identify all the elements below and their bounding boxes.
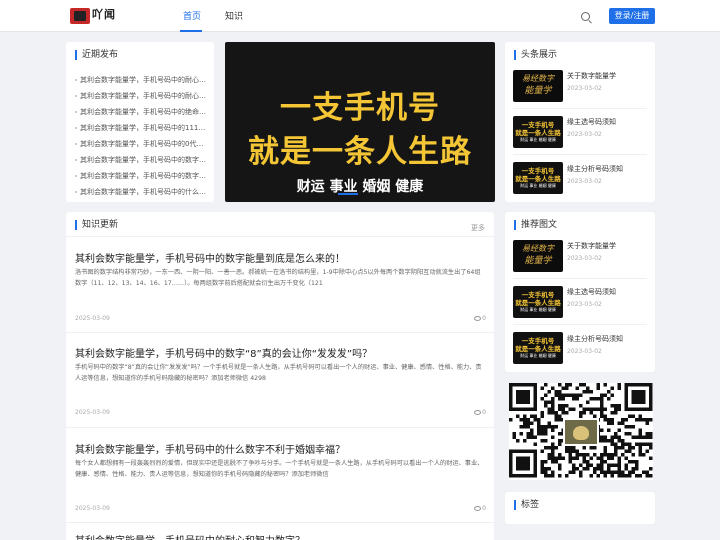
thumb-text: 就是一条人生路 bbox=[515, 345, 561, 353]
tags-panel: 标签 bbox=[505, 492, 655, 524]
banner-headline-2: 就是一条人生路 bbox=[248, 134, 472, 170]
article-views: 0 bbox=[474, 409, 486, 416]
divider bbox=[66, 236, 494, 237]
thumb-text: 易经数字 bbox=[522, 74, 554, 83]
eye-icon bbox=[474, 316, 482, 321]
headline-thumb-3[interactable]: 一支手机号 就是一条人生路 财运 事业 婚姻 健康 bbox=[513, 162, 563, 194]
thumb-text: 就是一条人生路 bbox=[515, 299, 561, 307]
recommended-item-date: 2023-03-02 bbox=[567, 348, 602, 355]
view-count: 0 bbox=[482, 315, 486, 322]
recent-posts-list: 其利会数字能量学，手机号码中的耐心… 其利会数字能量学，手机号码中的耐心… 其利… bbox=[75, 72, 207, 200]
nav-active-indicator bbox=[180, 30, 202, 32]
eye-icon bbox=[474, 410, 482, 415]
recent-post-link[interactable]: 其利会数字能量学，手机号码中的耐心… bbox=[75, 72, 207, 88]
thumb-text: 一支手机号 bbox=[521, 121, 555, 129]
headline-item-title[interactable]: 缘主选号码须知 bbox=[567, 117, 616, 127]
knowledge-updates-title: 知识更新 bbox=[75, 220, 118, 230]
article-views: 0 bbox=[474, 505, 486, 512]
divider bbox=[513, 324, 647, 325]
recent-post-link[interactable]: 其利会数字能量学，手机号码中的0代… bbox=[75, 136, 207, 152]
recommended-panel: 推荐图文 易经数字 能量学 关于数字能量学 2023-03-02 一支手机号 就… bbox=[505, 212, 655, 372]
recommended-item-title[interactable]: 缘主分析号码须知 bbox=[567, 334, 623, 344]
eye-icon bbox=[474, 506, 482, 511]
recent-posts-title: 近期发布 bbox=[75, 50, 118, 60]
article-title[interactable]: 其利会数字能量学，手机号码中的数字“8”真的会让你“发发发”吗？ bbox=[75, 345, 372, 360]
thumb-text: 一支手机号 bbox=[521, 291, 555, 299]
more-link[interactable]: 更多 bbox=[471, 223, 485, 233]
banner-headline-1: 一支手机号 bbox=[280, 90, 440, 126]
thumb-text: 财运 事业 婚姻 健康 bbox=[520, 137, 556, 142]
recommended-title: 推荐图文 bbox=[514, 220, 557, 230]
search-icon[interactable] bbox=[581, 12, 590, 21]
recommended-thumb-1[interactable]: 易经数字 能量学 bbox=[513, 240, 563, 272]
tags-title: 标签 bbox=[514, 500, 539, 510]
headline-item-date: 2023-03-02 bbox=[567, 85, 602, 92]
recent-post-link[interactable]: 其利会数字能量学，手机号码中的什么… bbox=[75, 184, 207, 200]
article-title[interactable]: 其利会数字能量学，手机号码中的数字能量到底是怎么来的！ bbox=[75, 250, 345, 265]
headline-title: 头条展示 bbox=[514, 50, 557, 60]
hero-banner[interactable]: 一支手机号 就是一条人生路 财运 事业 婚姻 健康 bbox=[225, 42, 495, 202]
article-excerpt: 手机号码中的数字“8”真的会让你“发发发”吗？一个手机号就是一条人生路，从手机号… bbox=[75, 364, 482, 382]
thumb-text: 就是一条人生路 bbox=[515, 175, 561, 183]
article-date: 2025-03-09 bbox=[75, 315, 110, 322]
thumb-text: 能量学 bbox=[524, 256, 552, 266]
thumb-text: 易经数字 bbox=[522, 244, 554, 253]
headline-thumb-2[interactable]: 一支手机号 就是一条人生路 财运 事业 婚姻 健康 bbox=[513, 116, 563, 148]
headline-panel: 头条展示 易经数字 能量学 关于数字能量学 2023-03-02 一支手机号 就… bbox=[505, 42, 655, 202]
article-date: 2025-03-09 bbox=[75, 409, 110, 416]
banner-tag-underline bbox=[338, 193, 358, 195]
thumb-text: 财运 事业 婚姻 健康 bbox=[520, 307, 556, 312]
article-date: 2025-03-09 bbox=[75, 505, 110, 512]
divider bbox=[66, 522, 494, 523]
divider bbox=[513, 108, 647, 109]
qr-center-avatar bbox=[563, 418, 599, 446]
article-excerpt: 洛书图的数字结构非常巧妙，一东一西、一阴一阳、一善一恶。郝被统一在洛书的结构里，… bbox=[75, 269, 481, 287]
thumb-text: 财运 事业 婚姻 健康 bbox=[520, 353, 556, 358]
banner-tags: 财运 事业 婚姻 健康 bbox=[296, 179, 424, 195]
headline-thumb-1[interactable]: 易经数字 能量学 bbox=[513, 70, 563, 102]
view-count: 0 bbox=[482, 409, 486, 416]
recent-post-link[interactable]: 其利会数字能量学，手机号码中的耐心… bbox=[75, 88, 207, 104]
thumb-text: 财运 事业 婚姻 健康 bbox=[520, 183, 556, 188]
headline-item-title[interactable]: 关于数字能量学 bbox=[567, 71, 616, 81]
site-logo[interactable]: 吖闻 bbox=[70, 6, 126, 26]
logo-mark bbox=[70, 8, 90, 24]
thumb-text: 一支手机号 bbox=[521, 337, 555, 345]
nav-knowledge[interactable]: 知识 bbox=[225, 9, 243, 22]
article-excerpt: 每个女人都想拥有一段轰轰烈烈的爱情，但现实中还是逃脱不了争吵与分手。一个手机号就… bbox=[75, 460, 484, 478]
recent-posts-panel: 近期发布 其利会数字能量学，手机号码中的耐心… 其利会数字能量学，手机号码中的耐… bbox=[66, 42, 214, 202]
divider bbox=[513, 154, 647, 155]
recommended-item-title[interactable]: 关于数字能量学 bbox=[567, 241, 616, 251]
nav-home[interactable]: 首页 bbox=[183, 9, 201, 22]
logo-text: 吖闻 bbox=[92, 8, 116, 21]
headline-item-date: 2023-03-02 bbox=[567, 131, 602, 138]
divider bbox=[66, 332, 494, 333]
recent-post-link[interactable]: 其利会数字能量学，手机号码中的1117… bbox=[75, 120, 207, 136]
article-title[interactable]: 其利会数字能量学，手机号码中的什么数字不利于婚姻幸福？ bbox=[75, 441, 345, 456]
login-register-button[interactable]: 登录/注册 bbox=[609, 8, 655, 24]
recent-post-link[interactable]: 其利会数字能量学，手机号码中的数字… bbox=[75, 152, 207, 168]
recommended-thumb-3[interactable]: 一支手机号 就是一条人生路 财运 事业 婚姻 健康 bbox=[513, 332, 563, 364]
recommended-item-date: 2023-03-02 bbox=[567, 255, 602, 262]
recommended-item-title[interactable]: 缘主选号码须知 bbox=[567, 287, 616, 297]
headline-item-title[interactable]: 缘主分析号码须知 bbox=[567, 164, 623, 174]
divider bbox=[513, 278, 647, 279]
thumb-text: 能量学 bbox=[524, 86, 552, 96]
recent-post-link[interactable]: 其利会数字能量学，手机号码中的数字… bbox=[75, 168, 207, 184]
recent-post-link[interactable]: 其利会数字能量学，手机号码中的绝命… bbox=[75, 104, 207, 120]
divider bbox=[66, 427, 494, 428]
thumb-text: 一支手机号 bbox=[521, 167, 555, 175]
article-views: 0 bbox=[474, 315, 486, 322]
top-header: 吖闻 首页 知识 登录/注册 bbox=[0, 0, 720, 32]
headline-item-date: 2023-03-02 bbox=[567, 178, 602, 185]
recommended-thumb-2[interactable]: 一支手机号 就是一条人生路 财运 事业 婚姻 健康 bbox=[513, 286, 563, 318]
view-count: 0 bbox=[482, 505, 486, 512]
thumb-text: 就是一条人生路 bbox=[515, 129, 561, 137]
article-title[interactable]: 其利会数字能量学，手机号码中的耐心和智力数字？ bbox=[75, 532, 305, 540]
recommended-item-date: 2023-03-02 bbox=[567, 301, 602, 308]
